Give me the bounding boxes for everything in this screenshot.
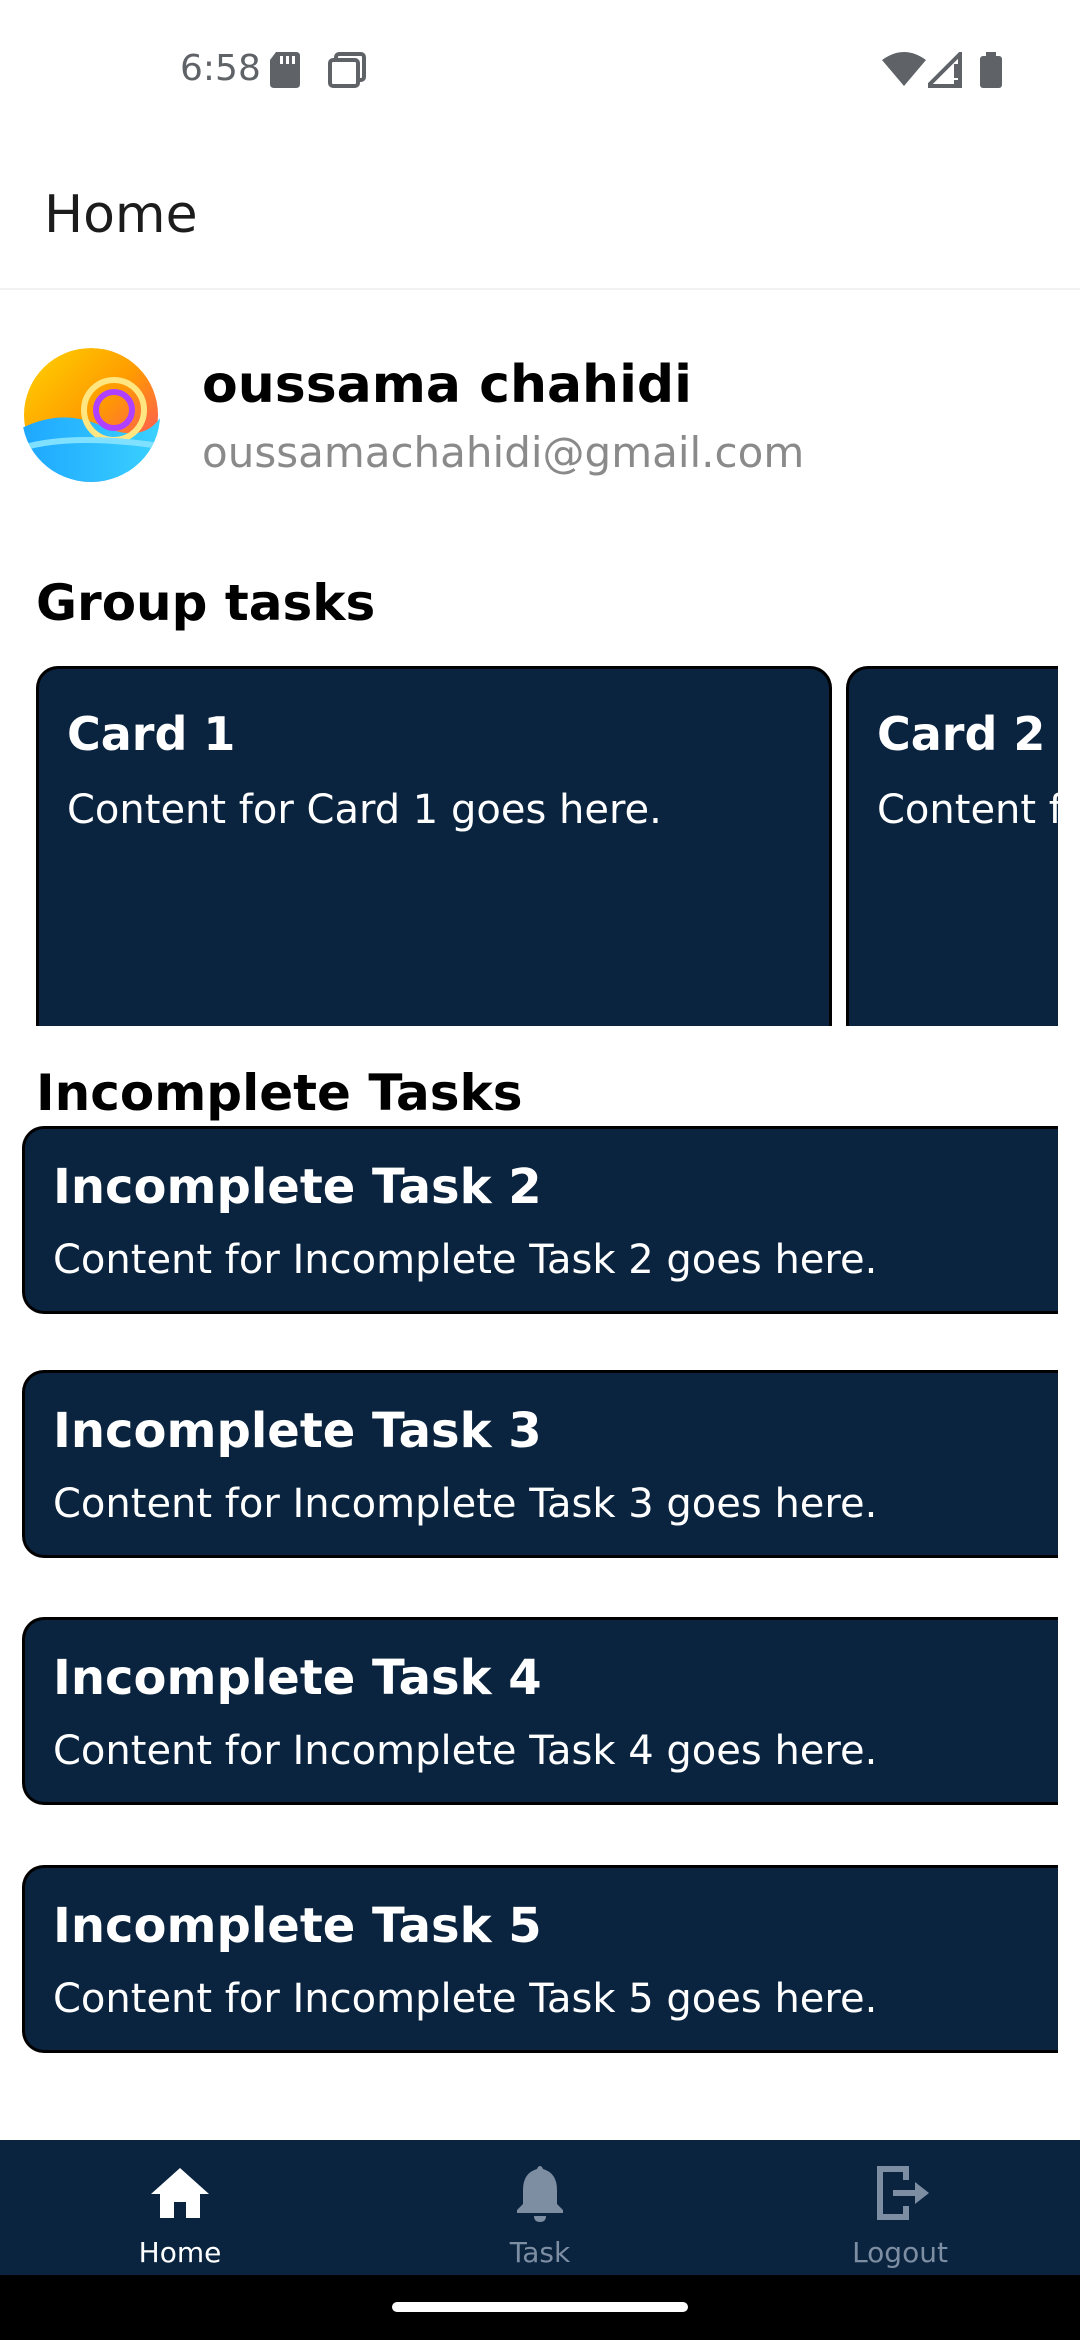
group-tasks-title: Group tasks (36, 574, 376, 632)
group-card-content: Content for Card 2 goes here. (877, 787, 1058, 833)
nav-label-logout: Logout (852, 2236, 948, 2269)
signal-icon (923, 49, 964, 93)
incomplete-tasks-title: Incomplete Tasks (36, 1064, 523, 1122)
page-title: Home (44, 185, 198, 245)
task-content: Content for Incomplete Task 3 goes here. (53, 1481, 878, 1527)
nav-item-task[interactable]: Task (360, 2140, 720, 2275)
home-icon (145, 2158, 215, 2228)
task-content: Content for Incomplete Task 5 goes here. (53, 1976, 878, 2022)
wifi-icon (882, 52, 926, 93)
nav-label-home: Home (138, 2236, 222, 2269)
task-title: Incomplete Task 4 (53, 1650, 542, 1706)
task-card[interactable]: Incomplete Task 3 Content for Incomplete… (22, 1370, 1058, 1558)
profile-email: oussamachahidi@gmail.com (202, 428, 805, 477)
group-card-content: Content for Card 1 goes here. (67, 787, 662, 833)
group-card-title: Card 1 (67, 707, 236, 761)
profile-name: oussama chahidi (202, 355, 692, 415)
task-content: Content for Incomplete Task 4 goes here. (53, 1728, 878, 1774)
logout-icon (865, 2158, 935, 2228)
task-title: Incomplete Task 2 (53, 1159, 542, 1215)
system-gesture-bar (0, 2275, 1080, 2340)
group-tasks-carousel[interactable]: Card 1 Content for Card 1 goes here. Car… (0, 666, 1058, 1026)
nav-item-logout[interactable]: Logout (720, 2140, 1080, 2275)
nav-item-home[interactable]: Home (0, 2140, 360, 2275)
group-card[interactable]: Card 2 Content for Card 2 goes here. (846, 666, 1058, 1026)
task-content: Content for Incomplete Task 2 goes here. (53, 1237, 878, 1283)
task-card[interactable]: Incomplete Task 5 Content for Incomplete… (22, 1865, 1058, 2053)
group-card-title: Card 2 (877, 707, 1046, 761)
task-card[interactable]: Incomplete Task 2 Content for Incomplete… (22, 1126, 1058, 1314)
sd-card-icon (270, 52, 302, 93)
group-card[interactable]: Card 1 Content for Card 1 goes here. (36, 666, 832, 1026)
task-title: Incomplete Task 3 (53, 1403, 542, 1459)
app-bar: Home (0, 140, 1080, 290)
bell-icon (505, 2158, 575, 2228)
battery-icon (980, 52, 1002, 93)
nav-label-task: Task (509, 2236, 571, 2269)
avatar[interactable] (22, 348, 160, 482)
task-title: Incomplete Task 5 (53, 1898, 542, 1954)
status-bar: 6:58 (0, 0, 1080, 140)
screenshot-icon (328, 52, 366, 93)
home-gesture-handle[interactable] (392, 2302, 688, 2312)
bottom-navigation: Home Task Logout (0, 2140, 1080, 2275)
task-card[interactable]: Incomplete Task 4 Content for Incomplete… (22, 1617, 1058, 1805)
status-time: 6:58 (180, 48, 261, 89)
